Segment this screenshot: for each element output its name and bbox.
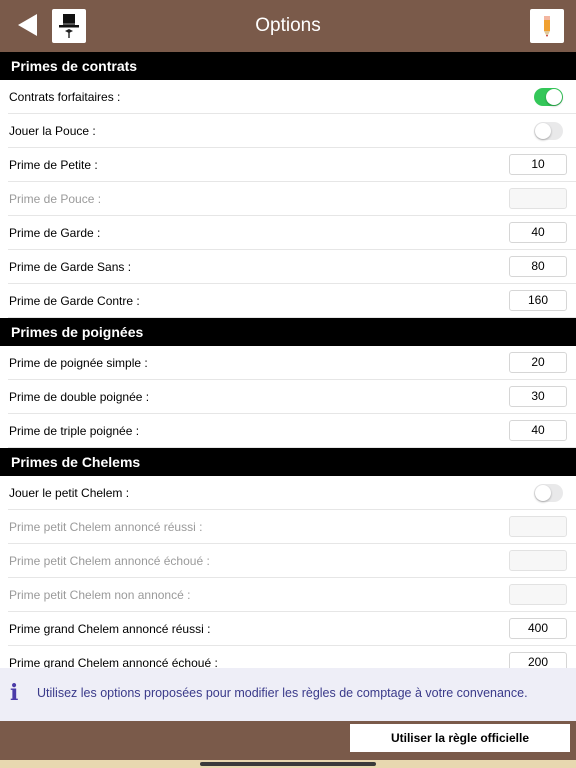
settings-row: Jouer le petit Chelem :: [0, 476, 576, 510]
section-header: Primes de poignées: [0, 318, 576, 346]
section-header: Primes de contrats: [0, 52, 576, 80]
row-label: Prime de Pouce :: [9, 192, 102, 206]
settings-row: Prime petit Chelem non annoncé :: [0, 578, 576, 612]
row-label: Prime petit Chelem annoncé échoué :: [9, 554, 210, 568]
section-header: Primes de Chelems: [0, 448, 576, 476]
info-icon: i: [10, 680, 19, 706]
value-field[interactable]: 10: [509, 154, 567, 175]
row-label: Jouer la Pouce :: [9, 124, 96, 138]
settings-row: Prime petit Chelem annoncé réussi :: [0, 510, 576, 544]
settings-row: Prime de Pouce :: [0, 182, 576, 216]
settings-row: Prime grand Chelem annoncé réussi : 400: [0, 612, 576, 646]
options-list[interactable]: Primes de contrats Contrats forfaitaires …: [0, 52, 576, 668]
info-text: Utilisez les options proposées pour modi…: [37, 686, 528, 700]
row-label: Prime de poignée simple :: [9, 356, 148, 370]
settings-row: Prime de triple poignée : 40: [0, 414, 576, 448]
value-field[interactable]: 20: [509, 352, 567, 373]
toggle-knob: [535, 123, 551, 139]
toggle-switch[interactable]: [534, 88, 563, 106]
toggle-switch[interactable]: [534, 484, 563, 502]
row-label: Prime petit Chelem annoncé réussi :: [9, 520, 203, 534]
top-bar: Options: [0, 0, 576, 52]
row-label: Jouer le petit Chelem :: [9, 486, 130, 500]
row-label: Prime de Garde :: [9, 226, 101, 240]
settings-row: Prime de Garde : 40: [0, 216, 576, 250]
value-field: [509, 584, 567, 605]
home-area: [0, 760, 576, 768]
row-label: Prime petit Chelem non annoncé :: [9, 588, 191, 602]
value-field[interactable]: 200: [509, 652, 567, 668]
value-field[interactable]: 30: [509, 386, 567, 407]
row-label: Prime de double poignée :: [9, 390, 150, 404]
bottom-bar: Utiliser la règle officielle: [0, 721, 576, 768]
use-official-rule-button[interactable]: Utiliser la règle officielle: [350, 724, 570, 752]
row-label: Prime de Garde Contre :: [9, 294, 140, 308]
settings-row: Prime de Garde Contre : 160: [0, 284, 576, 318]
settings-row: Prime grand Chelem annoncé échoué : 200: [0, 646, 576, 668]
row-label: Prime grand Chelem annoncé échoué :: [9, 656, 218, 668]
page-title: Options: [255, 15, 321, 36]
settings-row: Contrats forfaitaires :: [0, 80, 576, 114]
toggle-knob: [535, 485, 551, 501]
settings-row: Prime petit Chelem annoncé échoué :: [0, 544, 576, 578]
value-field[interactable]: 160: [509, 290, 567, 311]
row-label: Prime de Garde Sans :: [9, 260, 132, 274]
value-field[interactable]: 40: [509, 222, 567, 243]
row-label: Contrats forfaitaires :: [9, 90, 121, 104]
settings-row: Prime de Garde Sans : 80: [0, 250, 576, 284]
value-field[interactable]: 40: [509, 420, 567, 441]
value-field: [509, 550, 567, 571]
row-label: Prime de Petite :: [9, 158, 98, 172]
settings-row: Prime de double poignée : 30: [0, 380, 576, 414]
value-field: [509, 188, 567, 209]
toggle-knob: [546, 89, 562, 105]
toggle-switch[interactable]: [534, 122, 563, 140]
row-label: Prime grand Chelem annoncé réussi :: [9, 622, 211, 636]
settings-row: Prime de poignée simple : 20: [0, 346, 576, 380]
row-label: Prime de triple poignée :: [9, 424, 140, 438]
settings-row: Jouer la Pouce :: [0, 114, 576, 148]
settings-row: Prime de Petite : 10: [0, 148, 576, 182]
value-field[interactable]: 80: [509, 256, 567, 277]
home-indicator: [200, 762, 376, 766]
value-field[interactable]: 400: [509, 618, 567, 639]
pencil-icon[interactable]: [530, 9, 564, 43]
value-field: [509, 516, 567, 537]
info-banner: i Utilisez les options proposées pour mo…: [0, 668, 576, 721]
